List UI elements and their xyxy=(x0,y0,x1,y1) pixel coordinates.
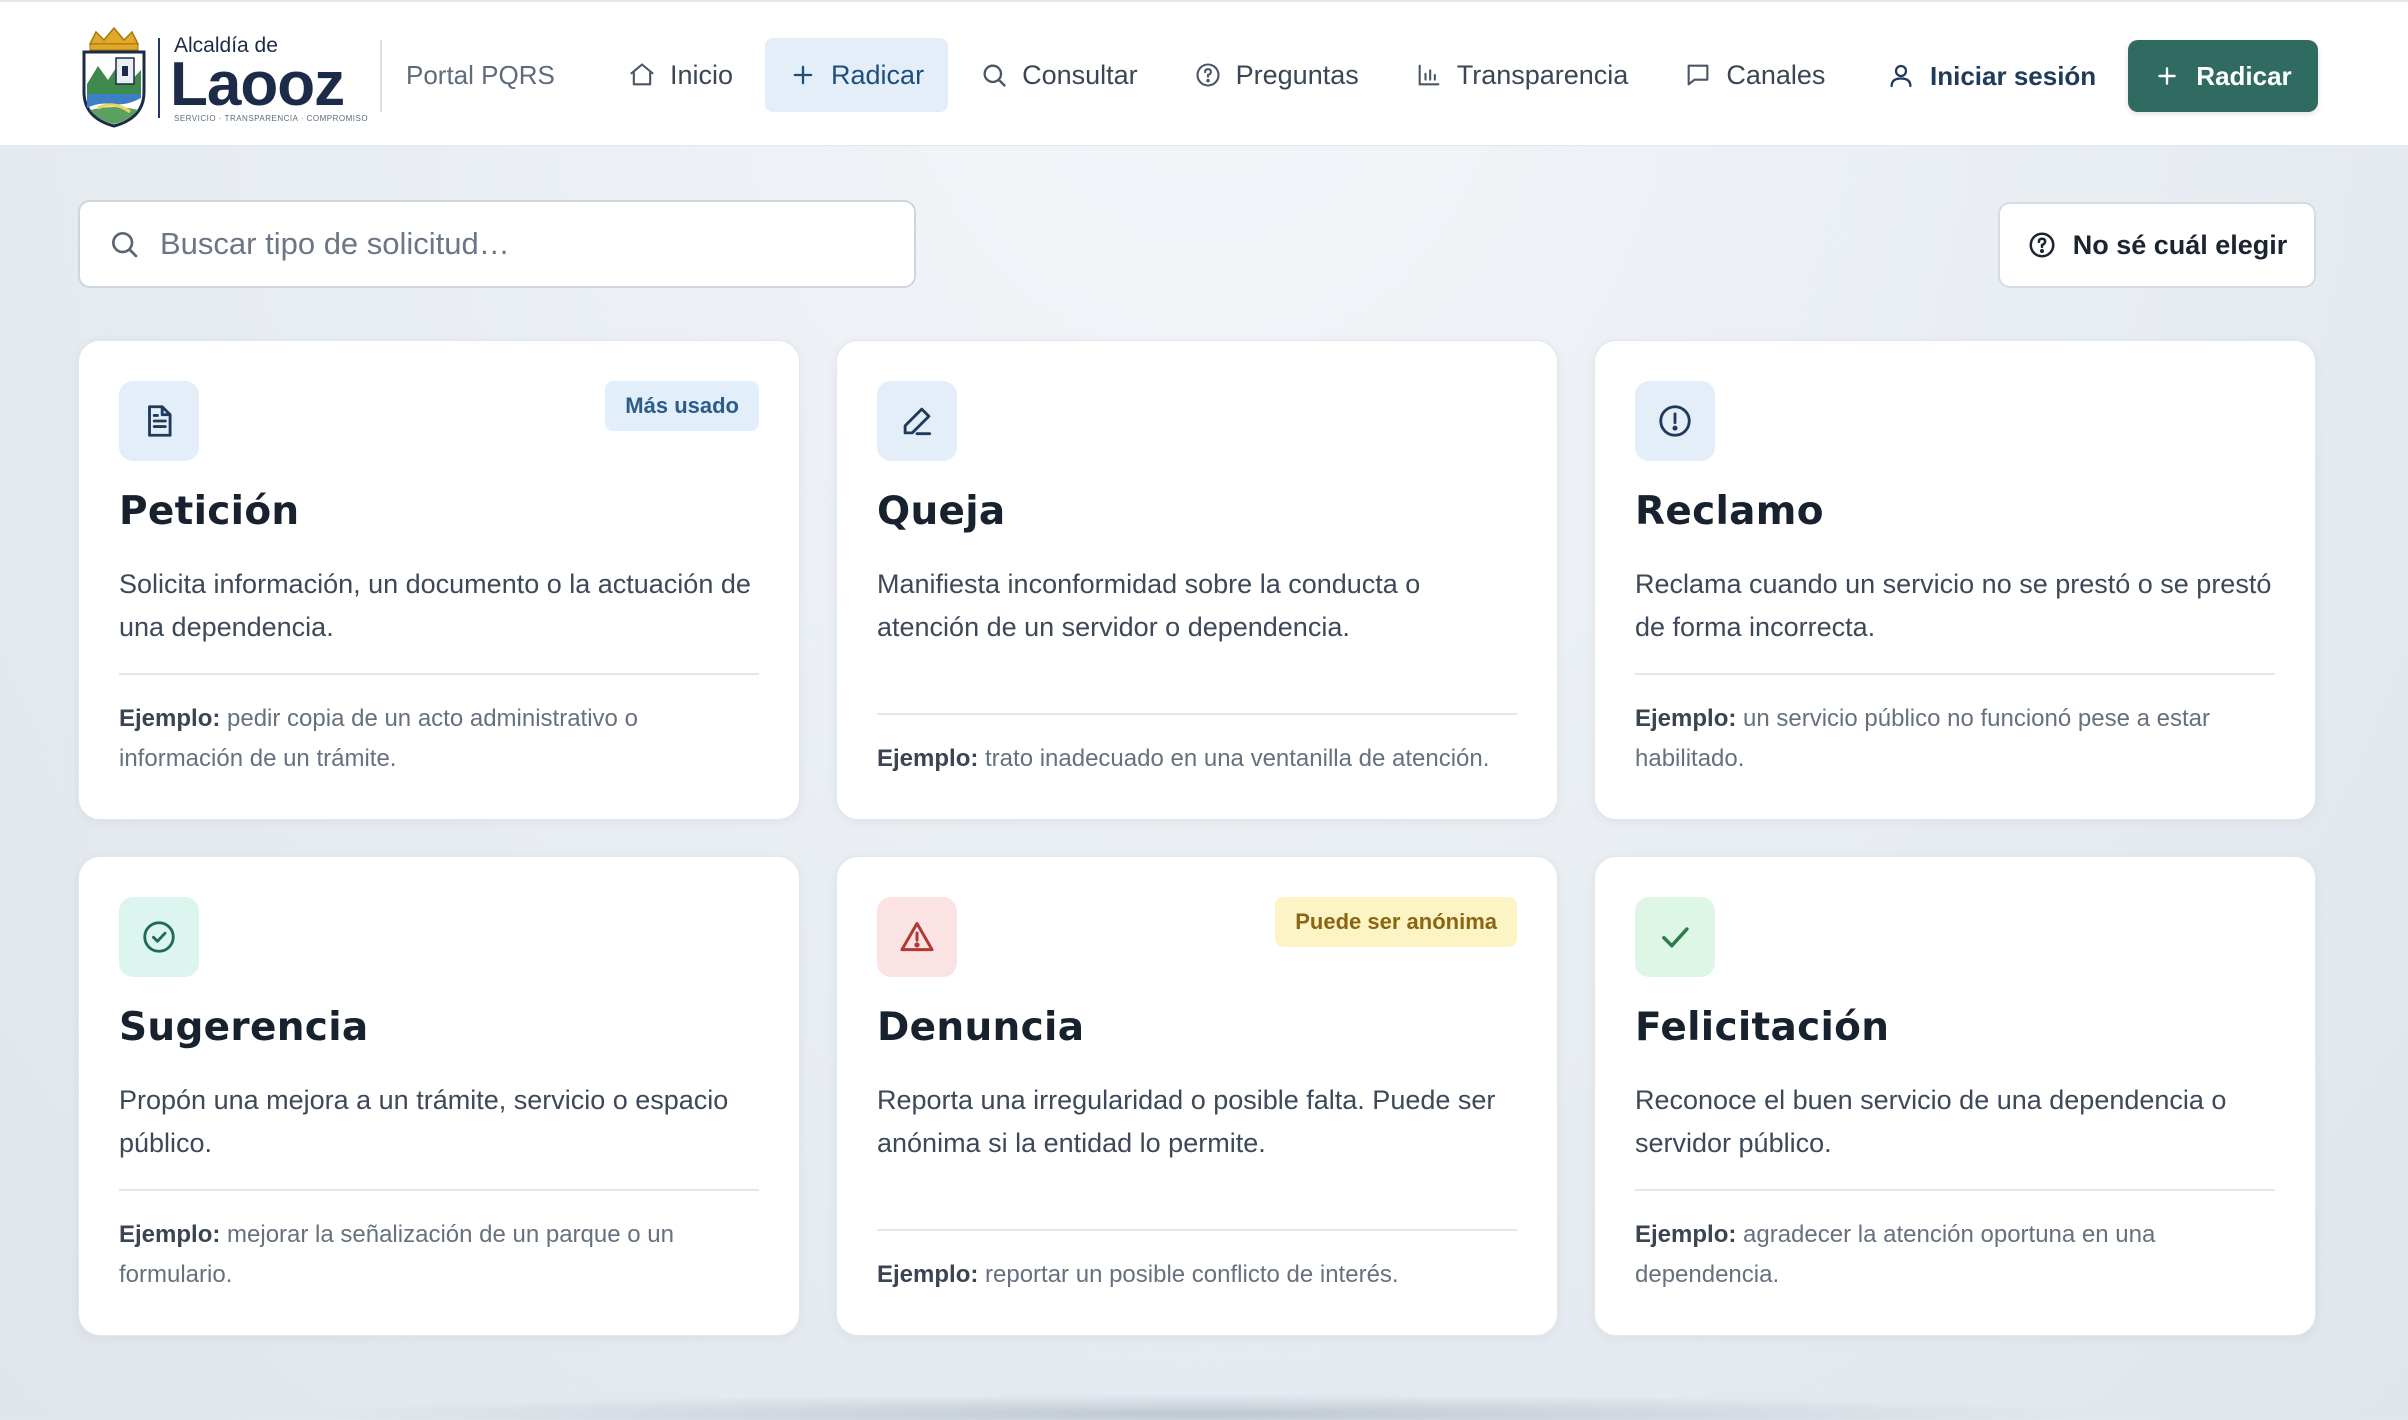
card-description: Manifiesta inconformidad sobre la conduc… xyxy=(877,569,1421,642)
plus-icon xyxy=(2158,67,2177,85)
card-title: Queja xyxy=(877,489,1006,534)
example-label: Ejemplo: xyxy=(119,705,221,732)
search-icon xyxy=(983,64,1006,87)
card-icon-box xyxy=(877,381,957,461)
nav-item-label: Radicar xyxy=(831,59,925,90)
nav-item-consultar[interactable]: Consultar xyxy=(956,38,1162,112)
card-felicitacion[interactable]: Felicitación Reconoce el buen servicio d… xyxy=(1594,856,2316,1336)
card-divider xyxy=(1635,1189,2275,1191)
example-text: trato inadecuado en una ventanilla de at… xyxy=(985,745,1490,772)
not-sure-button[interactable]: No sé cuál elegir xyxy=(1998,202,2316,288)
card-denuncia[interactable]: Puede ser anónima Denuncia Reporta una i… xyxy=(836,856,1558,1336)
logo-name: Laooz xyxy=(170,50,345,119)
card-title: Reclamo xyxy=(1635,489,1824,534)
login-label: Iniciar sesión xyxy=(1930,60,2097,91)
card-example: Ejemplo: un servicio público no funcionó… xyxy=(1635,699,2275,779)
card-example: Ejemplo: pedir copia de un acto administ… xyxy=(119,699,759,779)
coat-of-arms-icon xyxy=(82,26,146,128)
bottom-shadow xyxy=(300,1394,2100,1420)
not-sure-label: No sé cuál elegir xyxy=(2072,229,2288,260)
logo-divider xyxy=(158,38,160,118)
nav-item-transparencia[interactable]: Transparencia xyxy=(1391,38,1653,112)
nav-item-canales[interactable]: Canales xyxy=(1660,38,1849,112)
card-title: Felicitación xyxy=(1635,1005,1890,1050)
card-queja[interactable]: Queja Manifiesta inconformidad sobre la … xyxy=(836,340,1558,820)
bar-chart-icon xyxy=(1418,64,1440,86)
user-icon xyxy=(1890,64,1912,88)
nav-item-radicar[interactable]: Radicar xyxy=(765,38,949,112)
nav-item-label: Canales xyxy=(1726,59,1826,90)
pen-icon xyxy=(903,407,932,436)
anonymous-badge: Puede ser anónima xyxy=(1275,897,1517,947)
login-link[interactable]: Iniciar sesión xyxy=(1886,54,2096,98)
most-used-badge: Más usado xyxy=(605,381,759,431)
example-label: Ejemplo: xyxy=(877,745,979,772)
search-input[interactable] xyxy=(160,226,860,262)
warning-triangle-icon xyxy=(900,922,934,952)
card-divider xyxy=(1635,673,2275,675)
card-icon-box xyxy=(1635,897,1715,977)
check-icon xyxy=(1662,927,1689,948)
file-text-icon xyxy=(148,405,172,437)
card-example: Ejemplo: trato inadecuado en una ventani… xyxy=(877,739,1517,779)
card-divider xyxy=(877,1229,1517,1231)
header-divider xyxy=(380,40,382,112)
card-title: Petición xyxy=(119,489,300,534)
request-type-search[interactable] xyxy=(78,200,916,288)
nav-item-preguntas[interactable]: Preguntas xyxy=(1170,38,1383,112)
example-label: Ejemplo: xyxy=(877,1261,979,1288)
card-title: Denuncia xyxy=(877,1005,1085,1050)
card-icon-box xyxy=(877,897,957,977)
card-description: Propón una mejora a un trámite, servicio… xyxy=(119,1085,729,1158)
example-text: reportar un posible conflicto de interés… xyxy=(985,1261,1399,1288)
example-label: Ejemplo: xyxy=(119,1221,221,1248)
card-divider xyxy=(877,713,1517,715)
nav-item-label: Inicio xyxy=(670,59,734,90)
nav-item-inicio[interactable]: Inicio xyxy=(604,38,757,112)
search-icon xyxy=(112,232,138,258)
help-circle-icon xyxy=(2029,232,2055,258)
card-reclamo[interactable]: Reclamo Reclama cuando un servicio no se… xyxy=(1594,340,2316,820)
nav-item-label: Preguntas xyxy=(1235,59,1359,90)
card-description: Solicita información, un documento o la … xyxy=(119,569,751,642)
card-icon-box xyxy=(1635,381,1715,461)
card-divider xyxy=(119,673,759,675)
card-example: Ejemplo: reportar un posible conflicto d… xyxy=(877,1255,1517,1295)
logo-tagline: SERVICIO · TRANSPARENCIA · COMPROMISO xyxy=(174,114,369,123)
card-description: Reporta una irregularidad o posible falt… xyxy=(877,1085,1496,1158)
nav-item-label: Consultar xyxy=(1022,59,1138,90)
portal-label: Portal PQRS xyxy=(406,60,555,90)
help-circle-icon xyxy=(1196,63,1220,87)
card-description: Reclama cuando un servicio no se prestó … xyxy=(1635,569,2272,642)
plus-icon xyxy=(793,65,813,85)
card-peticion[interactable]: Más usado Petición Solicita información,… xyxy=(78,340,800,820)
card-description: Reconoce el buen servicio de una depende… xyxy=(1635,1085,2227,1158)
card-example: Ejemplo: agradecer la atención oportuna … xyxy=(1635,1215,2275,1295)
card-divider xyxy=(119,1189,759,1191)
alert-circle-icon xyxy=(1659,405,1691,437)
brand-logo[interactable]: Alcaldía de Laooz SERVICIO · TRANSPARENC… xyxy=(78,22,368,128)
radicar-cta-label: Radicar xyxy=(2196,60,2292,91)
top-navbar: Alcaldía de Laooz SERVICIO · TRANSPARENC… xyxy=(0,0,2408,146)
home-icon xyxy=(630,63,654,86)
card-icon-box xyxy=(119,897,199,977)
nav-item-label: Transparencia xyxy=(1456,59,1629,90)
card-example: Ejemplo: mejorar la señalización de un p… xyxy=(119,1215,759,1295)
request-type-grid: Más usado Petición Solicita información,… xyxy=(78,340,2316,1336)
card-title: Sugerencia xyxy=(119,1005,369,1050)
card-icon-box xyxy=(119,381,199,461)
example-label: Ejemplo: xyxy=(1635,1221,1737,1248)
radicar-cta-button[interactable]: Radicar xyxy=(2128,40,2318,112)
main-nav: Inicio Radicar Consultar Preguntas Trans… xyxy=(604,38,1849,112)
chat-icon xyxy=(1687,64,1709,86)
example-label: Ejemplo: xyxy=(1635,705,1737,732)
check-circle-icon xyxy=(143,921,175,953)
card-sugerencia[interactable]: Sugerencia Propón una mejora a un trámit… xyxy=(78,856,800,1336)
